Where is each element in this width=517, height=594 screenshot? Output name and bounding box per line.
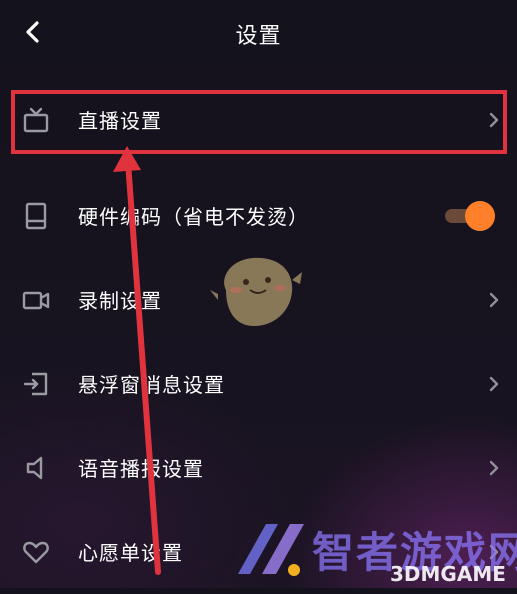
- settings-item-hardware-encoding: 硬件编码（省电不发烫）: [0, 174, 517, 258]
- phone-icon: [22, 202, 50, 230]
- watermark-logo-icon: [238, 524, 304, 576]
- watermark-brand: 3DMGAME: [390, 562, 506, 586]
- video-camera-icon: [22, 286, 50, 314]
- chevron-right-icon: [487, 374, 501, 394]
- floating-window-icon: [22, 370, 50, 398]
- chevron-right-icon: [487, 458, 501, 478]
- settings-item-label: 录制设置: [78, 289, 162, 313]
- hardware-encoding-toggle[interactable]: [445, 201, 495, 231]
- page-title: 设置: [235, 24, 282, 49]
- chevron-right-icon: [487, 290, 501, 310]
- annotation-highlight-box: [11, 90, 507, 154]
- speaker-icon: [22, 454, 50, 482]
- settings-item-label: 悬浮窗消息设置: [78, 373, 225, 397]
- settings-item-label: 语音播报设置: [78, 457, 204, 481]
- header-bar: 设置: [0, 0, 517, 64]
- settings-item-label: 心愿单设置: [78, 541, 183, 565]
- toggle-knob: [465, 201, 495, 231]
- heart-icon: [22, 538, 50, 566]
- settings-item-label: 硬件编码（省电不发烫）: [78, 205, 309, 229]
- settings-item-floating-window[interactable]: 悬浮窗消息设置: [0, 342, 517, 426]
- mascot-icon: [210, 257, 302, 326]
- settings-item-voice-broadcast[interactable]: 语音播报设置: [0, 426, 517, 510]
